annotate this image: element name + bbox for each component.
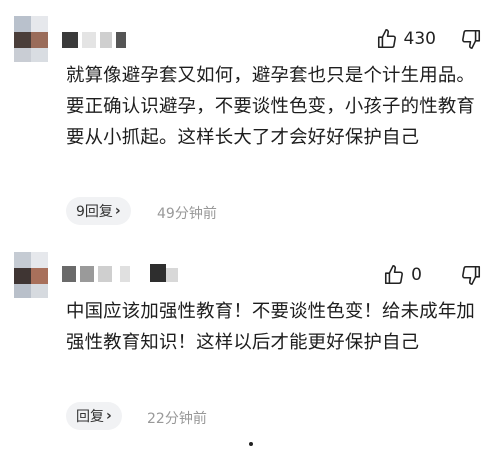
like-count: 430 [403,29,436,49]
like-button[interactable]: 430 [376,28,436,50]
chevron-right-icon: › [106,408,112,424]
thumbs-down-icon[interactable] [460,28,482,50]
reply-label: 回复 [76,409,104,425]
comment-text: 就算像避孕套又如何，避孕套也只是个计生用品。要正确认识避孕，不要谈性色变，小孩子… [66,65,475,148]
reply-button[interactable]: 回复 › [66,402,122,430]
thumbs-up-icon [385,265,404,285]
page-indicator-dot [249,442,253,446]
comment-text: 中国应该加强性教育！不要谈性色变！给未成年加强性教育知识！这样以后才能更好保护自… [66,301,475,353]
like-count: 0 [411,265,422,285]
chevron-right-icon: › [114,203,121,219]
comment-item: 430 就算像避孕套又如何，避孕套也只是个计生用品。要正确认识避孕，不要谈性色变… [0,0,500,232]
reply-button[interactable]: 9回复 › [66,197,131,225]
thumbs-down-icon[interactable] [460,264,482,286]
comment-item: 0 中国应该加强性教育！不要谈性色变！给未成年加强性教育知识！这样以后才能更好保… [0,240,500,452]
username[interactable] [62,264,180,284]
comment-time: 49分钟前 [157,206,217,222]
like-button[interactable]: 0 [383,264,422,286]
reply-label: 9回复 [76,204,113,220]
avatar[interactable] [14,252,48,298]
avatar[interactable] [14,16,48,62]
username[interactable] [62,30,126,50]
thumbs-up-icon [377,29,396,49]
comment-time: 22分钟前 [147,411,207,427]
